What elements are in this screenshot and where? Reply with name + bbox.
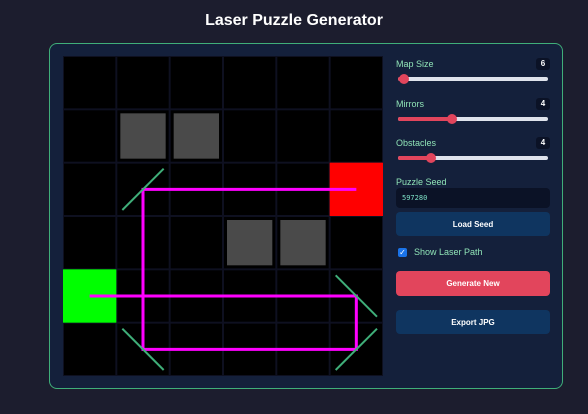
checkbox-checked-icon[interactable]: ✓ <box>398 248 407 257</box>
grid-cell[interactable] <box>330 57 382 109</box>
grid-cell[interactable] <box>117 57 169 109</box>
obstacle-block <box>173 113 219 159</box>
grid-cell[interactable] <box>170 57 222 109</box>
mirrors-slider-fill <box>398 117 452 121</box>
app-title: Laser Puzzle Generator <box>205 12 383 29</box>
obstacle-block <box>280 220 326 266</box>
map-size-slider[interactable] <box>398 74 548 84</box>
export-jpg-button[interactable]: Export JPG <box>396 310 550 334</box>
puzzle-grid[interactable] <box>63 56 383 376</box>
show-laser-toggle[interactable]: ✓ Show Laser Path <box>396 247 550 259</box>
mirrors-label: Mirrors <box>396 99 424 109</box>
generate-new-button[interactable]: Generate New <box>396 271 550 296</box>
grid-cell[interactable] <box>170 217 222 269</box>
obstacles-slider-thumb[interactable] <box>426 153 436 163</box>
puzzle-seed-label: Puzzle Seed <box>396 177 447 187</box>
puzzle-board[interactable] <box>63 56 383 376</box>
mirrors-slider-thumb[interactable] <box>447 114 457 124</box>
obstacles-slider[interactable] <box>398 153 548 163</box>
grid-cell[interactable] <box>64 110 116 162</box>
mirrors-value: 4 <box>536 98 550 110</box>
map-size-slider-thumb[interactable] <box>399 74 409 84</box>
grid-cell[interactable] <box>330 110 382 162</box>
grid-cell[interactable] <box>277 110 329 162</box>
obstacle-block <box>120 113 166 159</box>
map-size-label: Map Size <box>396 59 434 69</box>
puzzle-seed-input[interactable] <box>396 188 550 208</box>
map-size-value: 6 <box>536 58 550 70</box>
grid-cell[interactable] <box>277 57 329 109</box>
load-seed-button[interactable]: Load Seed <box>396 212 550 236</box>
obstacles-value: 4 <box>536 137 550 149</box>
obstacles-label: Obstacles <box>396 138 437 148</box>
grid-cell[interactable] <box>64 323 116 375</box>
grid-cell[interactable] <box>224 110 276 162</box>
grid-cell[interactable] <box>330 217 382 269</box>
grid-cell[interactable] <box>64 57 116 109</box>
show-laser-label: Show Laser Path <box>414 247 483 257</box>
grid-cell[interactable] <box>64 163 116 215</box>
obstacle-block <box>227 220 273 266</box>
grid-cell[interactable] <box>224 57 276 109</box>
mirrors-slider[interactable] <box>398 114 548 124</box>
grid-cell[interactable] <box>64 217 116 269</box>
